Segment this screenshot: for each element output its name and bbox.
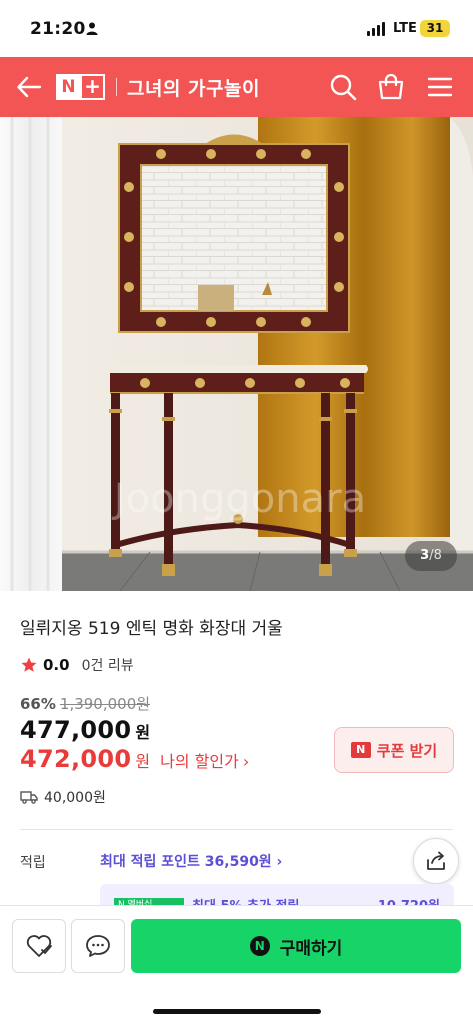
original-price: 1,390,000원 [59,695,151,713]
heart-check-icon [26,935,52,957]
share-icon [427,851,445,870]
shipping-info: 40,000원 [20,787,106,807]
share-button[interactable] [413,838,459,884]
my-discount-link[interactable]: 나의 할인가 [160,748,239,772]
status-bar: 21:20 LTE 31 [0,0,473,57]
person-icon [86,22,98,35]
sale-price: 477,000 [20,716,132,744]
image-counter: 3/8 [405,541,457,571]
wishlist-button[interactable] [12,919,66,973]
max-points-link[interactable]: 최대 적립 포인트 36,590원 › [100,851,282,871]
coupon-button[interactable]: N 쿠폰 받기 [334,727,454,773]
section-divider [20,829,453,830]
bottom-action-bar: N 구매하기 [0,905,473,1024]
discount-row: 66% 1,390,000원 [20,693,150,714]
truck-icon [20,791,38,804]
naver-plus-logo[interactable]: N + [56,74,106,100]
discount-rate: 66% [20,695,56,713]
image-current: 3 [420,548,430,563]
product-photo: Joonggonara [0,117,473,591]
review-count: 0건 리뷰 [81,658,134,674]
naver-n-icon: N [350,742,371,758]
buy-button[interactable]: N 구매하기 [131,919,461,973]
battery-icon: 31 [420,20,450,37]
sale-price-row: 477,000 원 [20,716,150,744]
shopping-bag-icon[interactable] [377,73,405,101]
logo-plus: + [80,74,105,100]
search-icon[interactable] [329,73,357,101]
shipping-fee: 40,000원 [44,790,106,806]
my-currency: 원 [135,752,151,771]
chat-bubble-icon [86,935,110,957]
menu-icon[interactable] [426,73,454,101]
product-image-gallery[interactable]: Joonggonara 3/8 [0,117,473,591]
coupon-label: 쿠폰 받기 [376,741,438,760]
star-icon [21,657,37,672]
logo-n: N [56,74,81,100]
rating-score: 0.0 [43,656,70,674]
back-arrow-icon[interactable] [16,74,42,100]
network-type: LTE [393,21,417,36]
store-header: N + 그녀의 가구놀이 [0,57,473,117]
my-discount-price-row[interactable]: 472,000 원 나의 할인가 › [20,745,249,773]
watermark: Joonggonara [111,476,366,522]
home-indicator[interactable] [153,1009,321,1014]
header-divider [116,78,117,96]
points-label: 적립 [20,855,46,871]
sale-currency: 원 [135,723,151,742]
rating-row[interactable]: 0.0 0건 리뷰 [20,655,134,675]
image-total: /8 [429,548,442,563]
cell-signal-icon [367,22,385,36]
my-discount-price: 472,000 [20,745,132,773]
product-title: 일뤼지옹 519 엔틱 명화 화장대 거울 [20,619,283,639]
store-name[interactable]: 그녀의 가구놀이 [127,74,260,101]
chevron-right-icon: › [242,752,250,771]
talk-button[interactable] [71,919,125,973]
clock: 21:20 [30,19,86,39]
naver-pay-icon: N [249,936,270,956]
buy-label: 구매하기 [279,938,343,959]
